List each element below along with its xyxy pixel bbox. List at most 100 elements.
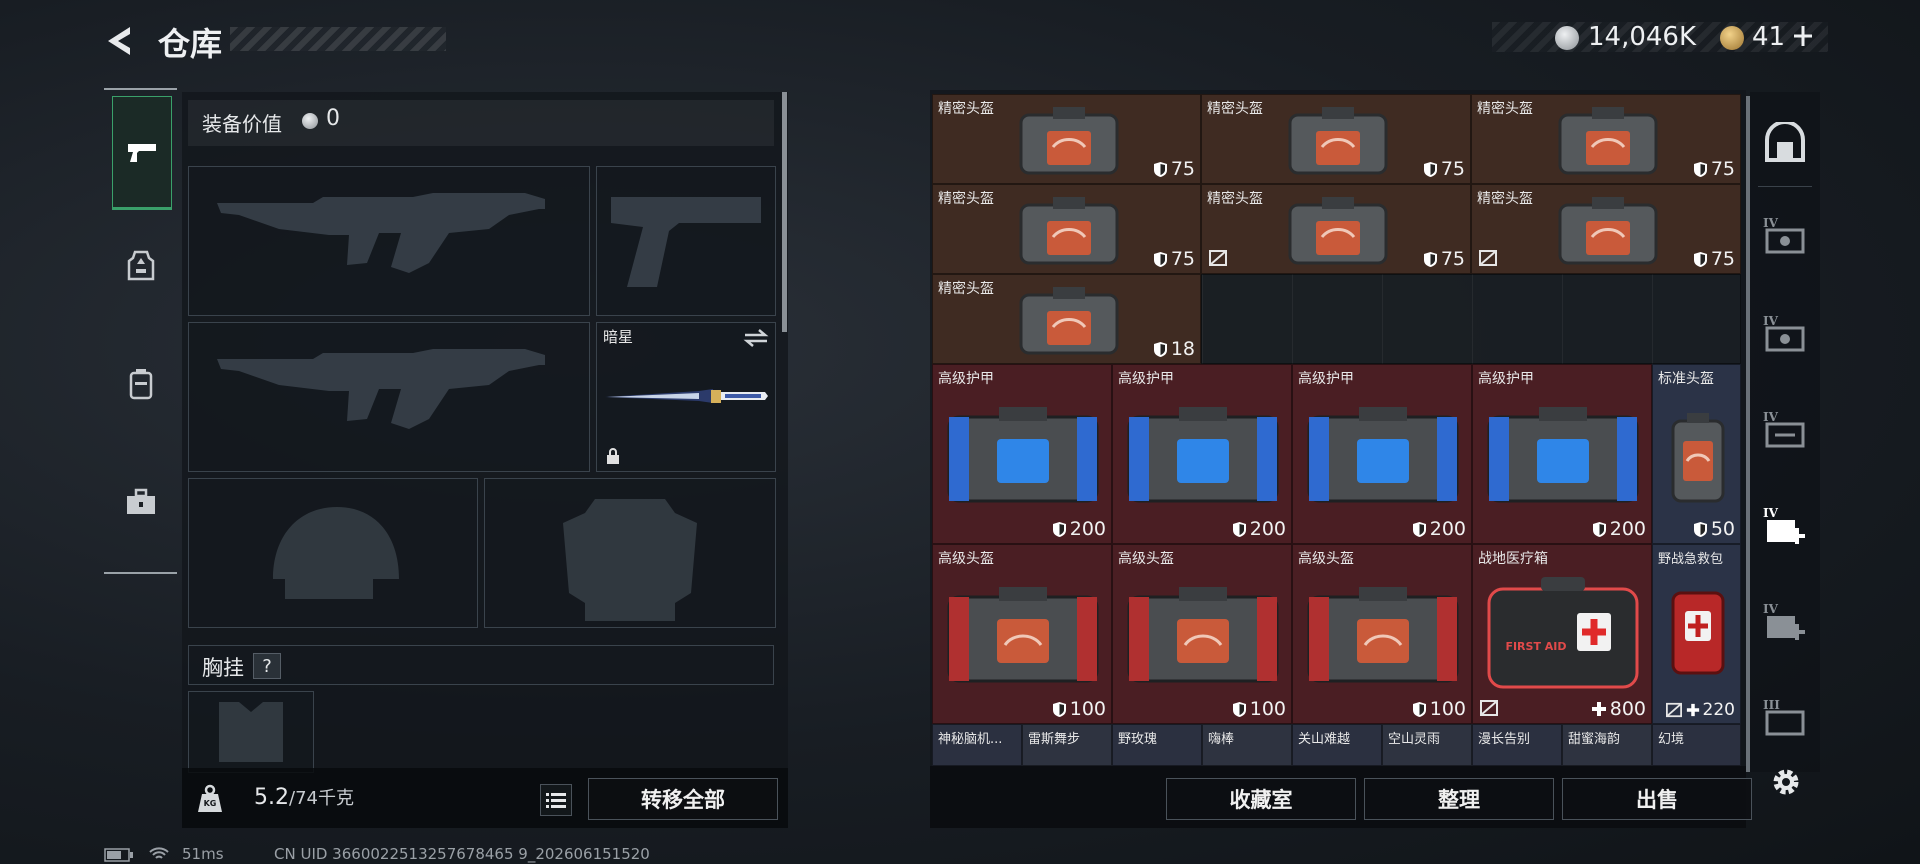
durability: 50: [1693, 518, 1735, 540]
tab-container-1[interactable]: IV: [1750, 216, 1820, 256]
item-name: 高级头盔: [1298, 551, 1354, 567]
chest-rig-slot[interactable]: [188, 691, 314, 773]
grid-item-helmet[interactable]: 高级头盔 100: [1292, 544, 1472, 724]
shield-icon: [1232, 701, 1246, 717]
knife-icon: [605, 389, 768, 403]
transfer-all-button[interactable]: 转移全部: [588, 778, 778, 820]
shield-icon: [1052, 701, 1066, 717]
shield-icon: [1232, 521, 1246, 537]
premium-currency-amount: 41: [1752, 22, 1786, 52]
primary-weapon-slot[interactable]: [188, 166, 590, 316]
item-name: 野战急救包: [1658, 552, 1724, 567]
item-name: 嗨棒: [1208, 732, 1235, 747]
pistol-icon: [128, 144, 156, 162]
tab-container-3[interactable]: IV: [1750, 410, 1820, 450]
sort-button[interactable]: 整理: [1364, 778, 1554, 820]
tab-container-medical-2[interactable]: IV: [1750, 602, 1820, 642]
tab-case[interactable]: [112, 488, 170, 528]
grid-item-small[interactable]: 雷斯舞步: [1022, 724, 1112, 766]
swap-icon[interactable]: [743, 327, 769, 349]
durability: 200: [1052, 518, 1106, 540]
grid-item-helmet[interactable]: 精密头盔 75: [1201, 184, 1471, 274]
tab-storage[interactable]: [1750, 122, 1820, 162]
grid-item-armor[interactable]: 高级护甲 200: [1292, 364, 1472, 544]
backpack-icon: [129, 369, 153, 400]
grid-item-small[interactable]: 嗨棒: [1202, 724, 1292, 766]
grid-item-helmet[interactable]: 精密头盔 18: [932, 274, 1201, 364]
equipment-panel-scrollbar[interactable]: [782, 92, 787, 332]
back-button[interactable]: [104, 24, 140, 58]
empty-grid-area[interactable]: [1201, 274, 1741, 364]
tab-container-medical[interactable]: IV: [1750, 506, 1820, 546]
grid-item-helmet[interactable]: 精密头盔 75: [1201, 94, 1471, 184]
ping-readout: 51ms: [182, 845, 224, 863]
shield-icon: [1153, 341, 1167, 357]
gold-coin-icon: [1720, 26, 1744, 50]
weight-current: 5.2: [254, 785, 289, 810]
weight-badge: KG: [203, 799, 217, 808]
item-name: 精密头盔: [1477, 191, 1533, 207]
weight-readout: 5.2/74千克: [254, 784, 354, 810]
grid-item-medkit[interactable]: 战地医疗箱 FIRST AID 800: [1472, 544, 1652, 724]
helmet-slot[interactable]: [188, 478, 478, 628]
equip-value-amount: 0: [326, 106, 340, 131]
item-name: 高级护甲: [938, 371, 994, 387]
equip-value-label: 装备价值: [202, 112, 282, 136]
durability: 75: [1153, 248, 1195, 270]
grid-item-helmet[interactable]: 标准头盔 50: [1652, 364, 1741, 544]
add-currency-button[interactable]: [1790, 20, 1816, 50]
shield-icon: [1412, 701, 1426, 717]
grid-item-small[interactable]: 漫长告别: [1472, 724, 1562, 766]
secondary-weapon-slot[interactable]: [188, 322, 590, 472]
shield-icon: [1693, 521, 1707, 537]
grid-item-armor[interactable]: 高级护甲 200: [1472, 364, 1652, 544]
collection-room-button[interactable]: 收藏室: [1166, 778, 1356, 820]
item-name: 幻境: [1658, 732, 1685, 747]
grid-item-small[interactable]: 甜蜜海韵: [1562, 724, 1652, 766]
durability: 75: [1693, 248, 1735, 270]
no-insure-icon: [1665, 702, 1682, 718]
tab-backpack[interactable]: [112, 368, 170, 408]
grid-item-helmet[interactable]: 高级头盔 100: [1112, 544, 1292, 724]
shield-icon: [1693, 161, 1707, 177]
grid-item-small[interactable]: 空山灵雨: [1382, 724, 1472, 766]
item-name: 关山难越: [1298, 732, 1351, 747]
medical-container-icon: IV: [1763, 506, 1807, 546]
grid-item-helmet[interactable]: 高级头盔 100: [932, 544, 1112, 724]
grid-item-small[interactable]: 幻境: [1652, 724, 1741, 766]
tab-container-6[interactable]: III: [1750, 698, 1820, 738]
grid-item-small[interactable]: 神秘脑机...: [932, 724, 1022, 766]
grid-item-first-aid-pack[interactable]: 野战急救包 220: [1652, 544, 1741, 724]
grid-item-helmet[interactable]: 精密头盔 75: [932, 184, 1201, 274]
tab-armor[interactable]: [112, 250, 170, 290]
medical-cross-icon: [1591, 702, 1606, 716]
grid-item-armor[interactable]: 高级护甲 200: [1112, 364, 1292, 544]
item-name: 精密头盔: [1207, 191, 1263, 207]
grid-item-helmet[interactable]: 精密头盔 75: [1471, 184, 1741, 274]
melee-slot[interactable]: 暗星: [596, 322, 776, 472]
item-name: 雷斯舞步: [1028, 732, 1081, 747]
armor-vest-icon: [127, 250, 155, 281]
toolbox-icon: [127, 488, 155, 514]
tab-weapons[interactable]: [112, 96, 172, 210]
body-armor-slot[interactable]: [484, 478, 776, 628]
grid-item-small[interactable]: 关山难越: [1292, 724, 1382, 766]
vault-icon: [1765, 122, 1805, 162]
grid-item-helmet[interactable]: 精密头盔 75: [932, 94, 1201, 184]
sidearm-slot[interactable]: [596, 166, 776, 316]
item-name: 野玫瑰: [1118, 732, 1158, 747]
grid-item-small[interactable]: 野玫瑰: [1112, 724, 1202, 766]
settings-button[interactable]: [1768, 764, 1804, 800]
grid-row-partial: 神秘脑机... 雷斯舞步 野玫瑰 嗨棒 关山难越 空山灵雨 漫长告别 甜蜜海韵 …: [932, 724, 1741, 766]
tab-container-2[interactable]: IV: [1750, 314, 1820, 354]
list-view-button[interactable]: [540, 784, 572, 816]
grid-item-armor[interactable]: 高级护甲 200: [932, 364, 1112, 544]
item-name: 精密头盔: [938, 191, 994, 207]
grid-item-helmet[interactable]: 精密头盔 75: [1471, 94, 1741, 184]
sell-button[interactable]: 出售: [1562, 778, 1752, 820]
item-name: 神秘脑机...: [938, 732, 1003, 747]
item-name: 高级护甲: [1478, 371, 1534, 387]
help-button[interactable]: ?: [253, 653, 281, 679]
rifle-silhouette-icon: [217, 193, 545, 273]
container-icon: IV: [1763, 314, 1807, 354]
